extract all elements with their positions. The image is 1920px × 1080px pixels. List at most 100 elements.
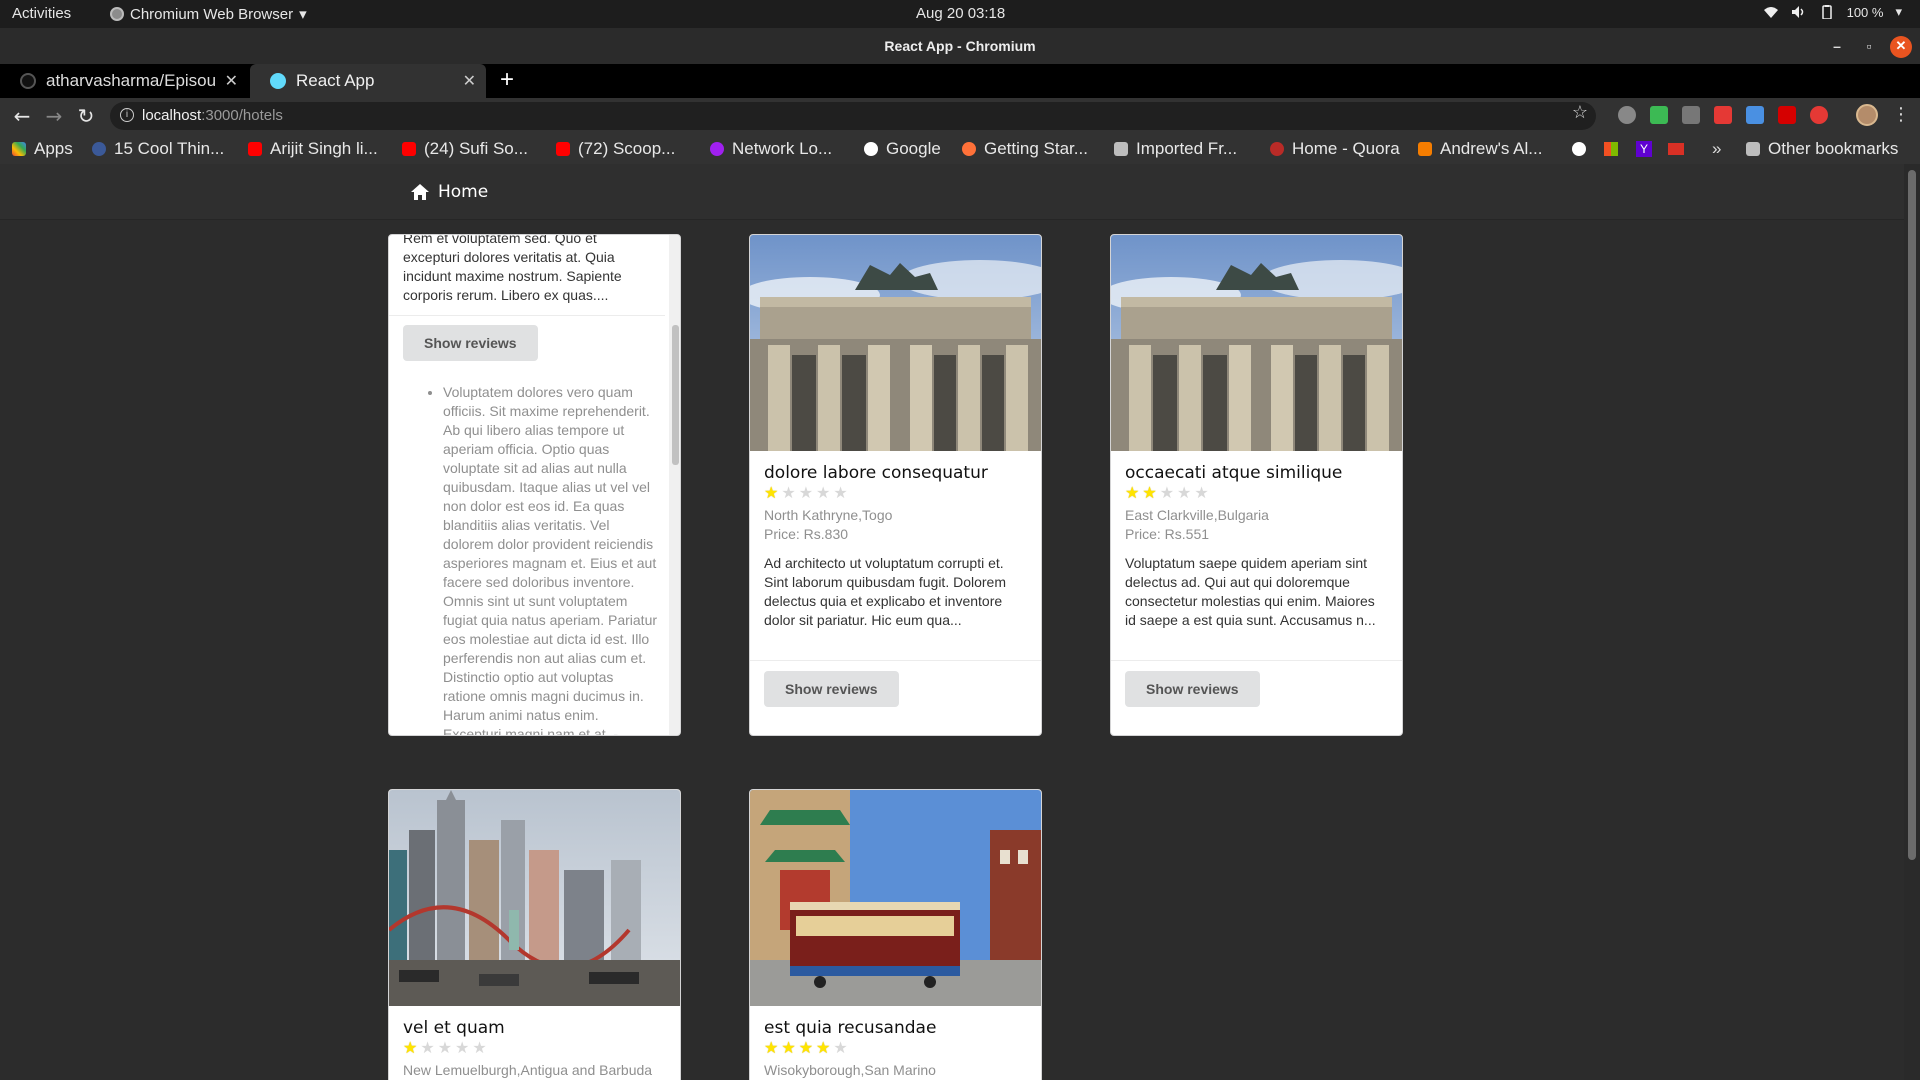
- bookmark-folder[interactable]: Imported Fr...: [1114, 139, 1237, 159]
- menu-kebab-icon[interactable]: ⋮: [1892, 104, 1910, 125]
- star-filled-icon[interactable]: ★: [781, 1041, 795, 1057]
- star-empty-icon[interactable]: ★: [799, 486, 813, 502]
- hotel-name[interactable]: dolore labore consequatur: [764, 463, 1027, 483]
- clock[interactable]: Aug 20 03:18: [916, 5, 1005, 22]
- bookmark-quora[interactable]: Home - Quora: [1270, 139, 1400, 159]
- app-menu[interactable]: Chromium Web Browser ▾: [110, 5, 307, 23]
- other-bookmarks[interactable]: Other bookmarks: [1746, 139, 1898, 159]
- reload-icon[interactable]: ↻: [74, 104, 98, 128]
- tab-label: React App: [296, 71, 375, 90]
- hotel-price: Price: Rs.551: [1125, 526, 1210, 542]
- info-icon[interactable]: i: [120, 108, 134, 122]
- star-filled-icon[interactable]: ★: [1142, 486, 1156, 502]
- cable-car-chinatown-image: [750, 790, 1041, 1006]
- google-icon[interactable]: [1572, 142, 1586, 156]
- star-empty-icon[interactable]: ★: [1177, 486, 1191, 502]
- bookmark-item[interactable]: (72) Scoop...: [556, 139, 675, 159]
- google-icon: [864, 142, 878, 156]
- card-scrollbar[interactable]: [669, 235, 680, 735]
- star-empty-icon[interactable]: ★: [438, 1041, 452, 1057]
- url-text[interactable]: localhost:3000/hotels: [142, 107, 283, 124]
- extension-icon[interactable]: [1650, 106, 1668, 124]
- hotel-name[interactable]: vel et quam: [403, 1018, 666, 1038]
- hotel-name[interactable]: est quia recusandae: [764, 1018, 1027, 1038]
- extension-icon[interactable]: [1714, 106, 1732, 124]
- bookmark-item[interactable]: Getting Star...: [962, 139, 1088, 159]
- page-scrollbar[interactable]: [1904, 164, 1920, 1080]
- star-empty-icon[interactable]: ★: [455, 1041, 469, 1057]
- yahoo-icon[interactable]: Y: [1636, 141, 1652, 157]
- caret-down-icon: ▾: [299, 6, 307, 23]
- hotel-card[interactable]: dolore labore consequatur ★ ★ ★ ★ ★ North Ka…: [749, 234, 1042, 736]
- star-empty-icon[interactable]: ★: [781, 486, 795, 502]
- rating-stars[interactable]: ★ ★ ★ ★ ★: [1125, 486, 1388, 502]
- back-icon[interactable]: ←: [10, 104, 34, 128]
- profile-avatar[interactable]: [1856, 104, 1878, 126]
- rating-stars[interactable]: ★ ★ ★ ★ ★: [403, 1041, 666, 1057]
- microsoft-icon[interactable]: [1604, 142, 1618, 156]
- gmail-icon[interactable]: [1668, 143, 1684, 155]
- star-filled-icon[interactable]: ★: [764, 486, 778, 502]
- new-tab-button[interactable]: +: [500, 66, 514, 94]
- bookmark-apps[interactable]: Apps: [12, 139, 73, 159]
- forward-icon[interactable]: →: [42, 104, 66, 128]
- extension-icon[interactable]: [1746, 106, 1764, 124]
- extension-icon[interactable]: [1618, 106, 1636, 124]
- star-filled-icon[interactable]: ★: [816, 1041, 830, 1057]
- bookmark-item[interactable]: Arijit Singh li...: [248, 139, 378, 159]
- star-filled-icon[interactable]: ★: [799, 1041, 813, 1057]
- star-empty-icon[interactable]: ★: [833, 486, 847, 502]
- rating-stars[interactable]: ★ ★ ★ ★ ★: [764, 486, 1027, 502]
- hotel-card[interactable]: est quia recusandae ★ ★ ★ ★ ★ Wisokyborough,…: [749, 789, 1042, 1080]
- youtube-icon: [556, 142, 570, 156]
- maximize-icon[interactable]: ▫: [1858, 36, 1880, 58]
- brandenburg-gate-image: [1111, 235, 1402, 451]
- bookmark-item[interactable]: 15 Cool Thin...: [92, 139, 224, 159]
- card-extra: Show reviews: [750, 660, 1041, 721]
- extension-icon[interactable]: [1778, 106, 1796, 124]
- bookmark-item[interactable]: Andrew's Al...: [1418, 139, 1542, 159]
- bookmark-google[interactable]: Google: [864, 139, 941, 159]
- volume-icon: [1791, 6, 1803, 18]
- system-tray[interactable]: 100 % ▾: [1763, 4, 1902, 20]
- star-empty-icon[interactable]: ★: [472, 1041, 486, 1057]
- show-reviews-button[interactable]: Show reviews: [403, 325, 538, 361]
- card-divider: [389, 315, 665, 316]
- hotel-price: Price: Rs.830: [764, 526, 849, 542]
- star-empty-icon[interactable]: ★: [1194, 486, 1208, 502]
- address-bar[interactable]: i localhost:3000/hotels ☆: [110, 102, 1596, 130]
- page-content[interactable]: Home Rem et voluptatem sed. Quo et excep…: [0, 164, 1904, 1080]
- hotel-card[interactable]: Rem et voluptatem sed. Quo et excepturi …: [388, 234, 681, 736]
- minimize-icon[interactable]: –: [1826, 36, 1848, 58]
- bookmark-star-icon[interactable]: ☆: [1572, 103, 1588, 121]
- hotel-name[interactable]: occaecati atque similique: [1125, 463, 1388, 483]
- wifi-icon: [1763, 7, 1778, 18]
- bookmark-item[interactable]: Network Lo...: [710, 139, 832, 159]
- hotel-card[interactable]: vel et quam ★ ★ ★ ★ ★ New Lemuelburgh,Antigu…: [388, 789, 681, 1080]
- star-filled-icon[interactable]: ★: [403, 1041, 417, 1057]
- activities-button[interactable]: Activities: [12, 5, 71, 22]
- pocket-icon[interactable]: [1682, 106, 1700, 124]
- star-empty-icon[interactable]: ★: [1160, 486, 1174, 502]
- close-tab-icon[interactable]: ✕: [225, 71, 238, 91]
- star-filled-icon[interactable]: ★: [1125, 486, 1139, 502]
- star-empty-icon[interactable]: ★: [816, 486, 830, 502]
- bookmark-item[interactable]: (24) Sufi So...: [402, 139, 528, 159]
- page-scrollbar-thumb[interactable]: [1908, 170, 1916, 860]
- rating-stars[interactable]: ★ ★ ★ ★ ★: [764, 1041, 1027, 1057]
- tab-react-app[interactable]: React App ✕: [250, 64, 486, 98]
- hotel-card[interactable]: occaecati atque similique ★ ★ ★ ★ ★ East Cla…: [1110, 234, 1403, 736]
- tab-github[interactable]: atharvasharma/Episou ✕: [0, 64, 248, 98]
- star-empty-icon[interactable]: ★: [833, 1041, 847, 1057]
- extension-icon[interactable]: [1810, 106, 1828, 124]
- star-filled-icon[interactable]: ★: [764, 1041, 778, 1057]
- close-window-icon[interactable]: ✕: [1890, 36, 1912, 58]
- bookmarks-overflow-icon[interactable]: »: [1712, 139, 1721, 159]
- show-reviews-button[interactable]: Show reviews: [1125, 671, 1260, 707]
- close-tab-icon[interactable]: ✕: [463, 71, 476, 91]
- show-reviews-button[interactable]: Show reviews: [764, 671, 899, 707]
- react-icon: [270, 73, 286, 89]
- home-link[interactable]: Home: [410, 182, 488, 202]
- star-empty-icon[interactable]: ★: [420, 1041, 434, 1057]
- card-scrollbar-thumb[interactable]: [672, 325, 679, 465]
